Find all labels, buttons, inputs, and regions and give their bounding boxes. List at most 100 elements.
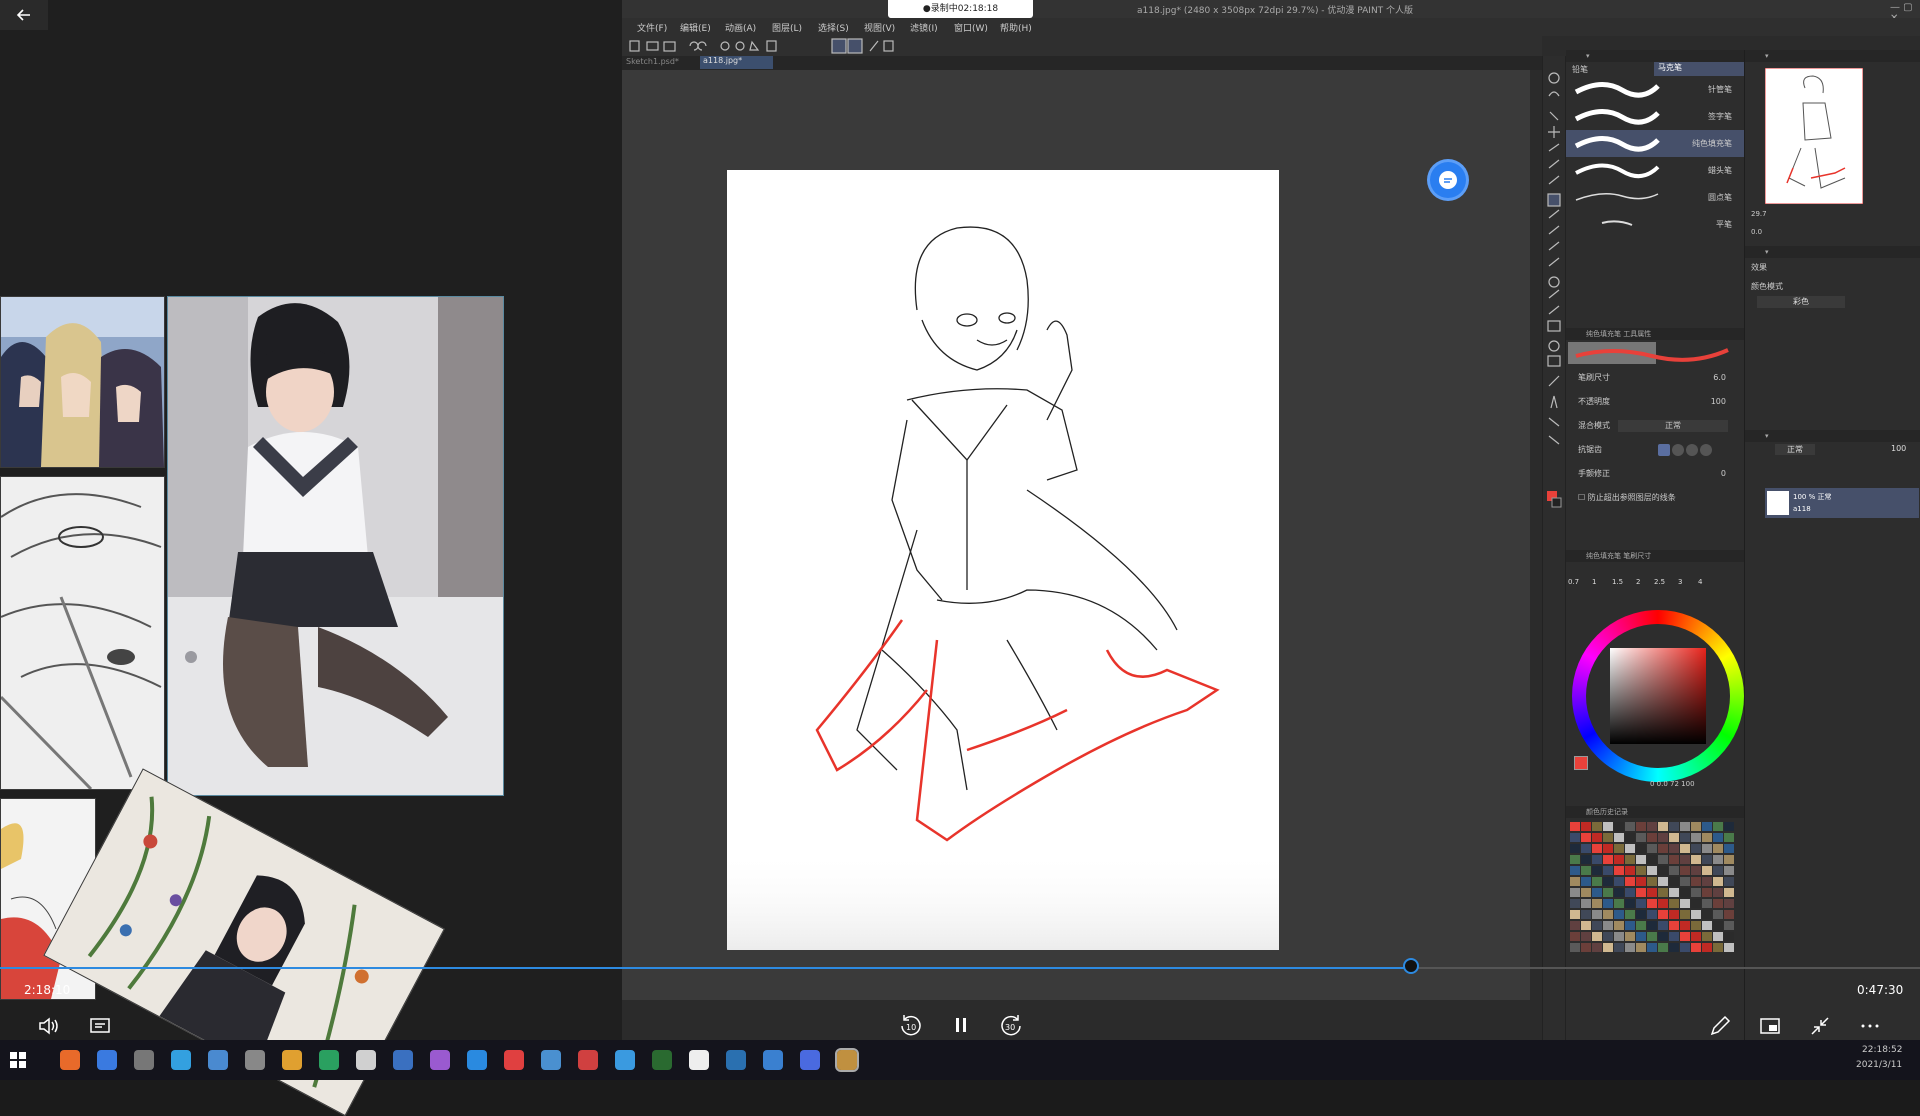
color-swatch[interactable] [1592,899,1602,908]
color-swatch[interactable] [1680,855,1690,864]
color-swatch[interactable] [1581,855,1591,864]
color-swatch[interactable] [1625,899,1635,908]
color-swatch[interactable] [1581,877,1591,886]
color-swatch[interactable] [1691,822,1701,831]
color-swatch[interactable] [1713,855,1723,864]
tool-icons[interactable] [1543,56,1565,536]
color-swatch[interactable] [1636,899,1646,908]
color-swatch[interactable] [1614,822,1624,831]
color-swatch[interactable] [1724,899,1734,908]
canvas-area[interactable] [622,70,1530,1000]
color-swatch[interactable] [1625,910,1635,919]
color-swatch[interactable] [1570,855,1580,864]
color-swatch[interactable] [1669,943,1679,952]
color-swatch[interactable] [1724,888,1734,897]
rewind-button[interactable]: 10 [896,1010,926,1040]
menu-edit[interactable]: 编辑(E) [680,21,711,34]
color-swatch[interactable] [1724,833,1734,842]
navigator-thumbnail[interactable] [1764,67,1864,205]
color-swatch[interactable] [1647,877,1657,886]
color-swatch[interactable] [1702,866,1712,875]
color-swatch[interactable] [1713,877,1723,886]
color-swatch[interactable] [1691,910,1701,919]
taskbar-app-icon[interactable] [689,1050,709,1070]
color-swatch[interactable] [1570,932,1580,941]
color-swatch[interactable] [1647,822,1657,831]
taskbar-app-icon[interactable] [245,1050,265,1070]
property-brush-size[interactable]: 笔刷尺寸 6.0 [1566,366,1744,390]
color-swatch[interactable] [1570,910,1580,919]
color-swatch[interactable] [1625,888,1635,897]
color-swatch[interactable] [1581,910,1591,919]
volume-button[interactable] [34,1012,62,1040]
color-swatch[interactable] [1581,921,1591,930]
color-swatch[interactable] [1724,910,1734,919]
color-swatch[interactable] [1658,921,1668,930]
subtitles-button[interactable] [86,1012,114,1040]
color-swatch[interactable] [1658,877,1668,886]
color-swatch[interactable] [1680,921,1690,930]
color-swatch[interactable] [1658,899,1668,908]
color-swatch[interactable] [1680,833,1690,842]
color-swatch[interactable] [1636,877,1646,886]
color-swatch[interactable] [1570,888,1580,897]
color-swatch[interactable] [1614,888,1624,897]
taskbar-app-icon[interactable] [393,1050,413,1070]
color-swatch[interactable] [1658,855,1668,864]
color-swatch[interactable] [1603,844,1613,853]
color-swatch[interactable] [1570,866,1580,875]
color-swatch[interactable] [1691,899,1701,908]
layer-blend-select[interactable]: 正常 [1775,444,1815,455]
reference-photo-girl[interactable] [167,296,504,796]
drawing-canvas[interactable] [727,170,1279,950]
color-swatch[interactable] [1724,921,1734,930]
color-swatch[interactable] [1691,877,1701,886]
chat-bubble-button[interactable] [1430,162,1466,198]
color-swatch[interactable] [1570,833,1580,842]
color-swatch[interactable] [1702,899,1712,908]
color-swatch[interactable] [1724,866,1734,875]
color-swatch[interactable] [1614,833,1624,842]
color-swatch[interactable] [1724,943,1734,952]
color-swatch[interactable] [1570,822,1580,831]
taskbar-app-icon[interactable] [356,1050,376,1070]
tab-pencil[interactable]: 铅笔 [1572,64,1588,75]
color-swatch[interactable] [1581,833,1591,842]
color-swatch[interactable] [1691,932,1701,941]
color-swatch[interactable] [1702,943,1712,952]
back-button[interactable] [0,0,48,30]
color-swatch[interactable] [1603,822,1613,831]
color-swatch[interactable] [1647,899,1657,908]
collapse-button[interactable] [1806,1012,1834,1040]
color-swatch[interactable] [1581,888,1591,897]
taskbar-app-icon[interactable] [835,1048,859,1072]
color-swatch[interactable] [1636,844,1646,853]
color-swatch[interactable] [1647,833,1657,842]
color-swatch[interactable] [1603,899,1613,908]
color-swatch[interactable] [1614,899,1624,908]
color-swatch[interactable] [1691,943,1701,952]
color-swatch[interactable] [1713,943,1723,952]
color-swatch[interactable] [1669,921,1679,930]
color-swatch[interactable] [1625,943,1635,952]
color-swatch[interactable] [1680,899,1690,908]
color-swatch[interactable] [1669,888,1679,897]
color-swatch[interactable] [1592,932,1602,941]
start-button[interactable] [8,1050,28,1070]
color-swatch[interactable] [1658,888,1668,897]
color-swatch[interactable] [1603,877,1613,886]
menu-view[interactable]: 视图(V) [864,21,895,34]
reference-image-manga-sketch[interactable] [0,476,165,790]
color-swatch[interactable] [1592,822,1602,831]
brush-item[interactable]: 蜡头笔 [1566,157,1744,184]
taskbar-app-icon[interactable] [467,1050,487,1070]
color-swatch[interactable] [1614,866,1624,875]
color-swatch[interactable] [1603,833,1613,842]
taskbar-app-icon[interactable] [800,1050,820,1070]
color-swatch[interactable] [1691,855,1701,864]
forward-button[interactable]: 30 [996,1010,1026,1040]
color-swatch[interactable] [1713,833,1723,842]
color-swatch[interactable] [1614,932,1624,941]
navigator-angle[interactable]: 0.0 [1751,228,1762,236]
navigator-zoom[interactable]: 29.7 [1751,210,1767,218]
